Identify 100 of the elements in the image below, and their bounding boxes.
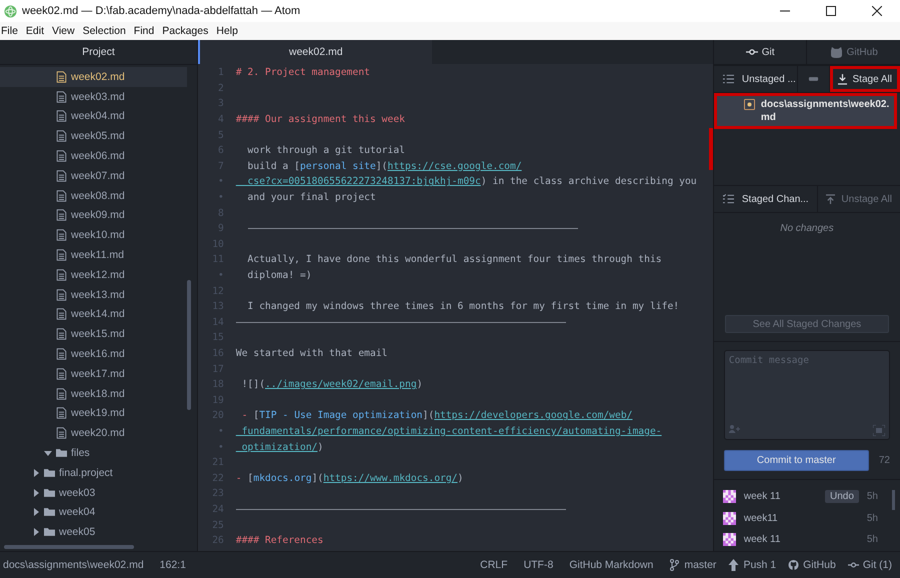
tree-item[interactable]: week03.md <box>0 86 187 107</box>
code-text: [ <box>252 410 260 422</box>
tree-item[interactable]: week03 <box>0 482 187 503</box>
scrollbar[interactable] <box>4 545 134 549</box>
file-icon <box>56 190 67 202</box>
github-button[interactable]: GitHub <box>803 559 836 571</box>
tree-item[interactable]: week14.md <box>0 304 187 324</box>
tree-item[interactable]: week18.md <box>0 384 187 404</box>
tree-item[interactable]: week05.md <box>0 126 187 146</box>
window-title: week02.md — D:\fab.academy\nada-abdelfattah — Atom <box>22 5 300 17</box>
tree-item[interactable]: week02.md <box>0 67 187 87</box>
code-text: diploma! =) <box>246 270 312 282</box>
discard-icon[interactable] <box>808 74 819 84</box>
editor-tab[interactable]: week02.md <box>198 40 432 64</box>
tree-item[interactable]: week13.md <box>0 284 187 305</box>
tree-item[interactable]: week11.md <box>0 245 187 265</box>
encoding[interactable]: UTF-8 <box>524 559 554 571</box>
unstage-all-button[interactable]: Unstage All <box>817 186 900 212</box>
url-text: https://www.mkdocs.org/ <box>323 472 458 484</box>
url-text: https://cse.google.com/ <box>388 160 522 172</box>
file-icon <box>56 368 67 380</box>
tree-item[interactable]: week20.md <box>0 423 187 444</box>
commit-time: 5h <box>866 491 878 502</box>
heading-text: #### References <box>236 535 324 546</box>
section-title: Unstaged ... <box>742 74 796 84</box>
octocat-icon <box>788 559 800 571</box>
menu-item[interactable]: Packages <box>162 25 214 37</box>
avatar-icon <box>722 533 736 546</box>
menu-item[interactable]: File <box>1 25 23 37</box>
cursor-position[interactable]: 162:1 <box>160 559 186 571</box>
modified-icon <box>744 99 755 110</box>
avatar-icon <box>722 490 736 504</box>
code-text: ) <box>458 472 464 484</box>
menu-item[interactable]: View <box>52 25 80 37</box>
menu-item[interactable]: Find <box>134 25 160 37</box>
grammar[interactable]: GitHub Markdown <box>569 559 654 571</box>
tree-item[interactable]: week15.md <box>0 324 187 344</box>
tree-item[interactable]: week19.md <box>0 404 187 424</box>
menu-item[interactable]: Edit <box>26 25 50 37</box>
line-number: • <box>217 442 224 453</box>
undo-button[interactable]: Undo <box>824 490 859 504</box>
tree-item[interactable]: week06.md <box>0 146 187 166</box>
link-text: TIP - Use Image optimization <box>259 410 423 422</box>
file-icon <box>56 209 67 222</box>
url-text: cse?cx=005180655622273248137:bjgkhj-m09c <box>246 176 481 188</box>
link-text: mkdocs.org <box>253 472 312 484</box>
git-button[interactable]: Git (1) <box>862 559 892 571</box>
code-text: ) <box>416 379 423 390</box>
file-icon <box>56 150 67 162</box>
tree-item[interactable]: week07.md <box>0 166 187 186</box>
code-text: I changed my windows three times in 6 months for my first time in my life! <box>246 301 680 312</box>
tree-item[interactable]: week16.md <box>0 344 187 364</box>
file-icon <box>56 229 67 242</box>
folder-icon <box>44 486 55 499</box>
file-icon <box>56 407 67 420</box>
tree-item[interactable]: week04 <box>0 502 187 522</box>
tree-item[interactable]: week17.md <box>0 364 187 384</box>
download-icon <box>838 74 847 84</box>
tree-item[interactable]: week05 <box>0 522 187 542</box>
tree-item[interactable]: files <box>0 443 187 463</box>
commit-message: week 11 <box>744 534 782 546</box>
link-text: personal site <box>300 160 376 172</box>
heading-text: # 2. Project management <box>236 67 370 78</box>
changed-file-item[interactable]: docs\assignments\week02.md <box>714 93 897 129</box>
url-text: https://developers.google.com/web/ <box>434 410 632 422</box>
scroll-marker <box>708 128 713 170</box>
line-ending[interactable]: CRLF <box>480 559 508 571</box>
folder-icon <box>44 466 55 479</box>
file-icon <box>56 328 67 340</box>
octocat-icon <box>830 46 843 58</box>
line-number: • <box>217 270 224 282</box>
file-icon <box>56 427 67 440</box>
tree-item[interactable]: final.project <box>0 462 187 483</box>
commit-time: 5h <box>866 534 878 546</box>
file-icon <box>56 268 67 281</box>
code-text: Actually, I have done this wonderful assignment four times through this <box>246 254 662 266</box>
section-title: Staged Chan... <box>742 194 809 204</box>
tree-item[interactable]: week12.md <box>0 264 187 285</box>
menu-item[interactable]: Help <box>216 25 243 37</box>
panel-tab[interactable]: Git <box>714 40 806 64</box>
tree-item[interactable]: week08.md <box>0 186 187 206</box>
expand-icon[interactable] <box>873 425 885 436</box>
panel-tab[interactable]: GitHub <box>806 40 900 64</box>
branch-name[interactable]: master <box>684 559 716 571</box>
commit-button[interactable]: Commit to master <box>724 450 869 471</box>
menu-item[interactable]: Selection <box>82 25 131 37</box>
tree-item[interactable]: week09.md <box>0 206 187 226</box>
stage-all-button[interactable]: Stage All <box>828 66 900 92</box>
scrollbar[interactable] <box>186 280 191 410</box>
scrollbar[interactable] <box>892 490 895 510</box>
tree-item[interactable]: week10.md <box>0 225 187 246</box>
push-button[interactable]: Push 1 <box>743 559 776 571</box>
folder-icon <box>44 526 55 538</box>
upload-icon <box>826 194 836 204</box>
file-path[interactable]: docs\assignments\week02.md <box>3 559 144 571</box>
code-text: ![]( <box>240 379 266 390</box>
atom-logo-icon <box>4 4 17 18</box>
add-co-author-icon[interactable] <box>728 425 740 433</box>
tree-item[interactable]: week04.md <box>0 106 187 126</box>
file-icon <box>56 70 67 83</box>
